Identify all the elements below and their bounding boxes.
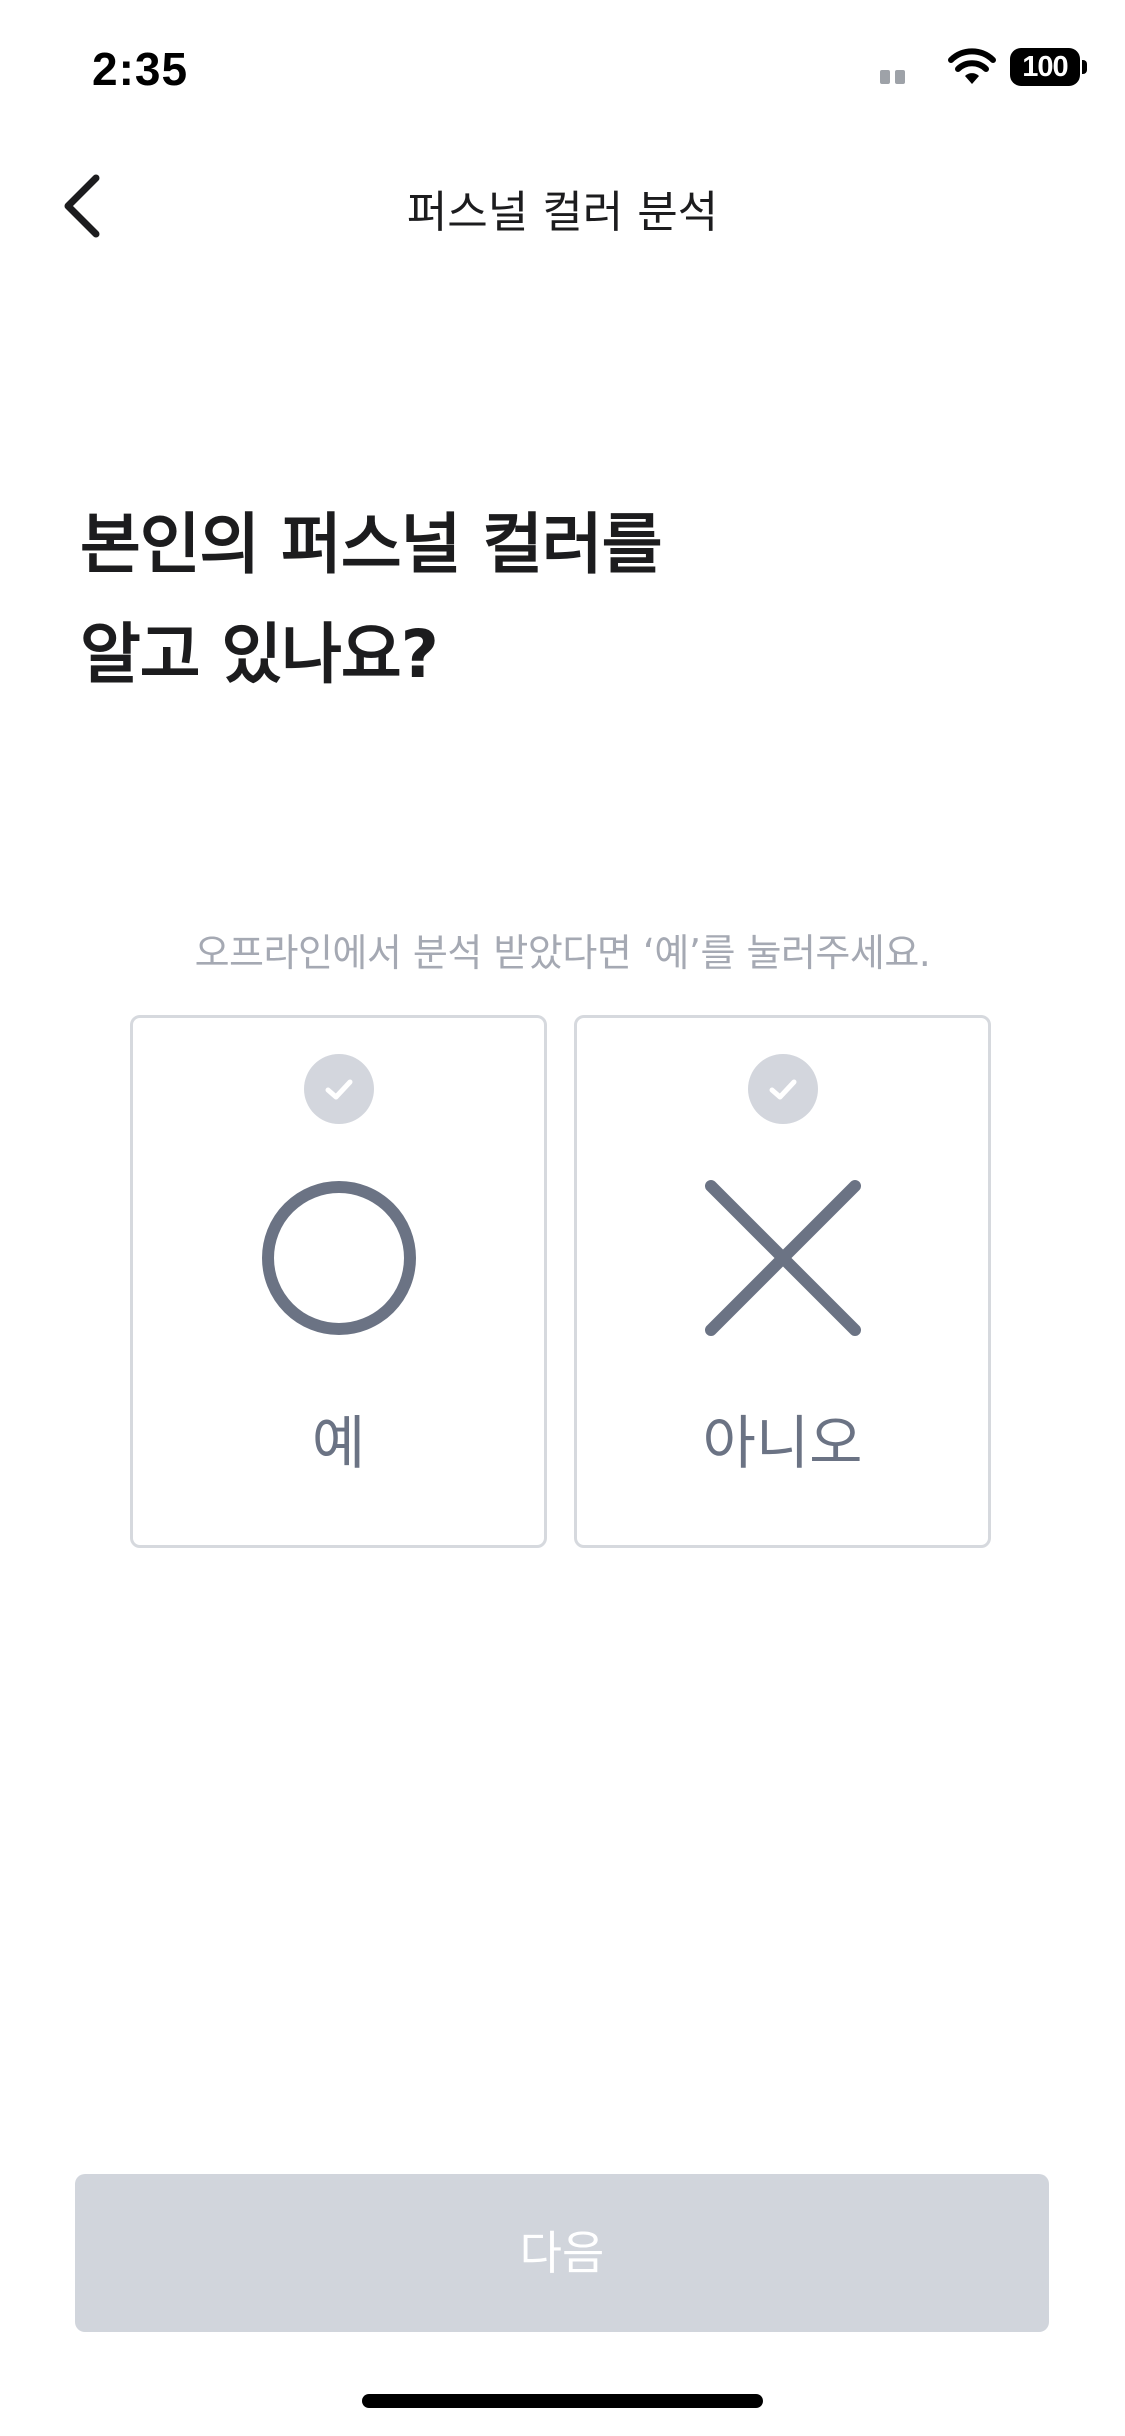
x-mark-icon — [704, 1180, 861, 1336]
check-badge — [747, 1054, 818, 1124]
check-icon — [325, 1079, 352, 1100]
option-no-label: 아니오 — [702, 1409, 863, 1477]
question-heading: 본인의 퍼스널 컬러를 알고 있나요? — [80, 490, 1040, 710]
circle-o-icon — [261, 1181, 416, 1335]
battery-icon: 100 — [1010, 48, 1087, 86]
nav-bar: 퍼스널 컬러 분석 — [0, 150, 1125, 260]
question-line-2: 알고 있나요? — [80, 616, 439, 693]
status-bar: 2:35 100 — [0, 0, 1125, 140]
check-icon — [769, 1079, 796, 1100]
battery-level: 100 — [1010, 48, 1080, 86]
status-time: 2:35 — [92, 43, 189, 95]
option-no-card[interactable]: 아니오 — [574, 1015, 991, 1548]
battery-tip — [1082, 60, 1087, 74]
hint-text: 오프라인에서 분석 받았다면 ‘예’를 눌러주세요. — [194, 931, 931, 975]
option-yes-label: 예 — [311, 1409, 366, 1477]
signal-icon — [880, 70, 905, 84]
question-line-1: 본인의 퍼스널 컬러를 — [80, 506, 662, 583]
page-title: 퍼스널 컬러 분석 — [406, 187, 719, 238]
next-button[interactable]: 다음 — [75, 2174, 1049, 2332]
home-indicator[interactable] — [362, 2394, 763, 2408]
wifi-icon — [948, 48, 996, 84]
option-yes-card[interactable]: 예 — [130, 1015, 547, 1548]
check-badge — [303, 1054, 374, 1124]
